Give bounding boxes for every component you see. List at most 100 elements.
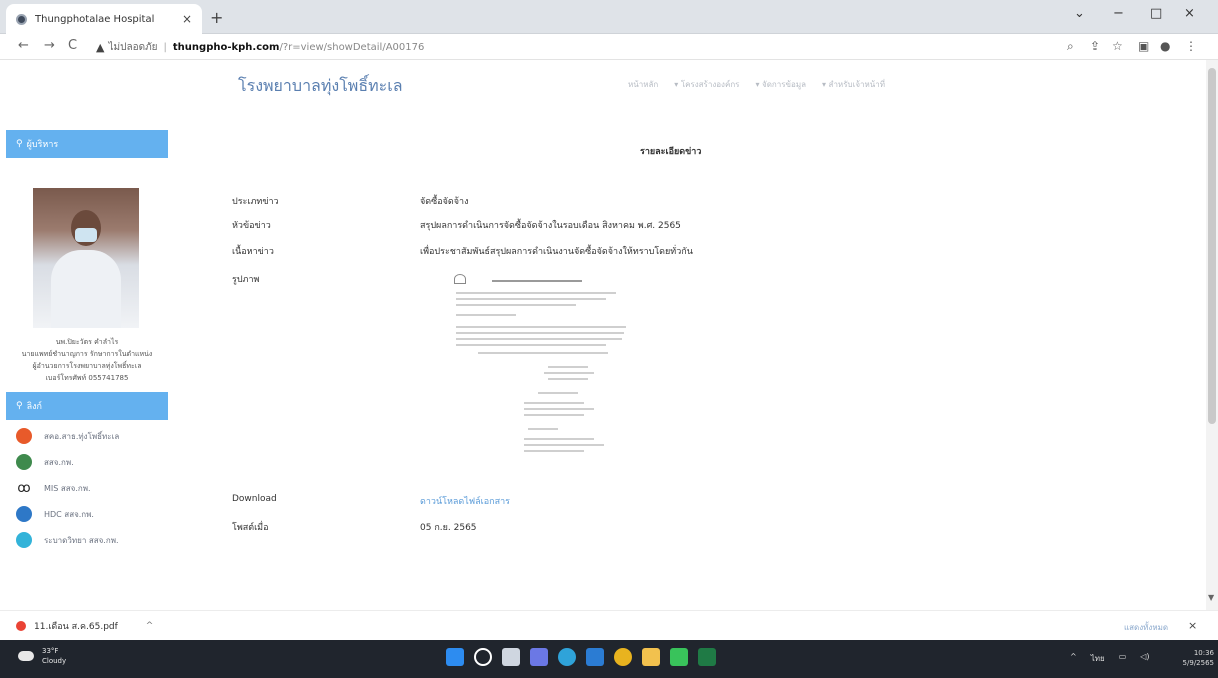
director-position: นายแพทย์ชำนาญการ รักษาการในตำแหน่ง	[21, 350, 153, 358]
links-header-label: ลิงก์	[26, 402, 42, 412]
bookmark-star-icon[interactable]: ☆	[1112, 39, 1123, 53]
director-role: ผู้อำนวยการโรงพยาบาลทุ่งโพธิ์ทะเล	[32, 362, 142, 370]
new-tab-button[interactable]: +	[210, 8, 223, 27]
volume-icon[interactable]: ◁)	[1140, 652, 1149, 665]
sidebar-link-label: ระบาดวิทยา สสจ.กพ.	[44, 535, 119, 545]
search-icon: ⚲	[16, 139, 23, 149]
director-phone: เบอร์โทรศัพท์ 055741785	[45, 374, 129, 382]
network-icon: ꝏ	[17, 480, 31, 496]
line-icon[interactable]	[670, 648, 688, 666]
field-value: 05 ก.ย. 2565	[420, 523, 477, 533]
explorer-icon[interactable]	[642, 648, 660, 666]
scrollbar-thumb[interactable]	[1208, 68, 1216, 424]
network-icon[interactable]: ▭	[1119, 652, 1127, 665]
address-separator: |	[163, 41, 167, 53]
download-options-chevron-icon[interactable]: ^	[146, 621, 154, 631]
director-photo	[33, 188, 139, 328]
sidebar-link-label: สคอ.สาธ.ทุ่งโพธิ์ทะเล	[44, 431, 120, 441]
address-path: /?r=view/showDetail/A00176	[279, 41, 425, 53]
browser-toolbar: ← → C ▲ ไม่ปลอดภัย | thungpho-kph.com /?…	[0, 34, 1218, 60]
sidebar-link[interactable]: ระบาดวิทยา สสจ.กพ.	[6, 528, 168, 552]
clock[interactable]: 10:36 5/9/2565	[1176, 648, 1214, 668]
weather-widget[interactable]: 33°F Cloudy	[18, 646, 66, 666]
back-button[interactable]: ←	[18, 38, 29, 53]
document-image[interactable]	[448, 268, 632, 458]
not-secure-label: ไม่ปลอดภัย	[108, 41, 158, 53]
download-item[interactable]: 11.เดือน ส.ค.65.pdf ^	[16, 619, 153, 633]
field-value: เพื่อประชาสัมพันธ์สรุปผลการดำเนินงานจัดซ…	[420, 247, 693, 257]
reload-button[interactable]: C	[68, 38, 77, 53]
globe-cyan-icon	[16, 532, 32, 548]
sidebar-link-label: HDC สสจ.กพ.	[44, 509, 94, 519]
chrome-icon[interactable]	[614, 648, 632, 666]
nav-item-staff[interactable]: ▾ สำหรับเจ้าหน้าที่	[822, 78, 885, 91]
field-label: หัวข้อข่าว	[232, 221, 271, 231]
download-bar: 11.เดือน ส.ค.65.pdf ^ แสดงทั้งหมด ×	[0, 610, 1218, 640]
cloud-icon	[18, 651, 34, 661]
download-link[interactable]: ดาวน์โหลดไฟล์เอกสาร	[420, 494, 510, 508]
page-scrollbar[interactable]: ▼	[1206, 60, 1218, 610]
sidebar-link[interactable]: HDC สสจ.กพ.	[6, 502, 168, 526]
windows-taskbar: 33°F Cloudy ^ ไทย ▭ ◁) 10:36 5/9/2565	[0, 640, 1218, 678]
director-header-label: ผู้บริหาร	[26, 140, 59, 150]
forward-button[interactable]: →	[44, 38, 55, 53]
tab-search-chevron-icon[interactable]: ⌄	[1074, 6, 1085, 21]
maximize-button[interactable]: □	[1150, 6, 1162, 21]
sidebar-link[interactable]: ꝏ MIS สสจ.กพ.	[6, 476, 168, 500]
weather-desc: Cloudy	[42, 657, 67, 665]
system-tray: ^ ไทย ▭ ◁)	[1070, 652, 1150, 665]
weather-temp: 33°F	[42, 647, 59, 655]
excel-icon[interactable]	[698, 648, 716, 666]
director-info: นพ.ปิยะวัตร คำลำไร นายแพทย์ชำนาญการ รักษ…	[6, 336, 168, 384]
chrome-pdf-icon	[16, 621, 26, 631]
profile-icon[interactable]: ●	[1160, 39, 1170, 53]
input-language[interactable]: ไทย	[1091, 652, 1105, 665]
browser-tab[interactable]: Thungphotalae Hospital ×	[6, 4, 202, 34]
search-icon[interactable]: ⌕	[1067, 39, 1074, 54]
site-brand[interactable]: โรงพยาบาลทุ่งโพธิ์ทะเล	[238, 74, 403, 99]
sidebar-link-label: MIS สสจ.กพ.	[44, 483, 91, 493]
emblem-icon	[16, 428, 32, 444]
menu-icon[interactable]: ⋮	[1185, 39, 1197, 53]
mail-icon[interactable]	[586, 648, 604, 666]
windows-start-icon[interactable]	[446, 648, 464, 666]
field-label: เนื้อหาข่าว	[232, 247, 274, 257]
field-label: โพสต์เมื่อ	[232, 523, 269, 533]
tab-close-button[interactable]: ×	[182, 12, 192, 26]
field-value: จัดซื้อจัดจ้าง	[420, 197, 469, 207]
task-view-icon[interactable]	[502, 648, 520, 666]
top-navigation: หน้าหลัก ▾ โครงสร้างองค์กร ▾ จัดการข้อมู…	[628, 78, 885, 91]
sidebar-link[interactable]: สสจ.กพ.	[6, 450, 168, 474]
director-name: นพ.ปิยะวัตร คำลำไร	[55, 338, 119, 346]
globe-green-icon	[16, 454, 32, 470]
scroll-down-arrow-icon[interactable]: ▼	[1208, 593, 1214, 602]
close-window-button[interactable]: ×	[1184, 6, 1195, 21]
sidebar: ⚲ ผู้บริหาร นพ.ปิยะวัตร คำลำไร นายแพทย์ช…	[6, 130, 168, 554]
minimize-button[interactable]: −	[1113, 6, 1124, 21]
not-secure-warning-icon[interactable]: ▲	[96, 41, 104, 54]
taskbar-apps	[446, 648, 716, 666]
side-panel-icon[interactable]: ▣	[1138, 39, 1149, 53]
field-value: สรุปผลการดำเนินการจัดซื้อจัดจ้างในรอบเดื…	[420, 221, 681, 231]
close-download-bar-button[interactable]: ×	[1188, 619, 1197, 632]
links-header: ⚲ ลิงก์	[6, 392, 168, 420]
globe-blue-icon	[16, 506, 32, 522]
share-icon[interactable]: ⇪	[1090, 39, 1100, 53]
search-icon[interactable]	[474, 648, 492, 666]
nav-item-home[interactable]: หน้าหลัก	[628, 78, 658, 91]
nav-item-structure[interactable]: ▾ โครงสร้างองค์กร	[674, 78, 739, 91]
show-all-downloads-link[interactable]: แสดงทั้งหมด	[1124, 621, 1168, 634]
link-list: สคอ.สาธ.ทุ่งโพธิ์ทะเล สสจ.กพ. ꝏ MIS สสจ.ก…	[6, 424, 168, 552]
address-bar[interactable]: ▲ ไม่ปลอดภัย | thungpho-kph.com /?r=view…	[96, 36, 696, 58]
chat-icon[interactable]	[530, 648, 548, 666]
garuda-seal-icon	[454, 274, 466, 284]
nav-item-data[interactable]: ▾ จัดการข้อมูล	[755, 78, 806, 91]
field-label: Download	[232, 494, 277, 504]
sidebar-link[interactable]: สคอ.สาธ.ทุ่งโพธิ์ทะเล	[6, 424, 168, 448]
page-viewport: โรงพยาบาลทุ่งโพธิ์ทะเล หน้าหลัก ▾ โครงสร…	[0, 60, 1218, 610]
edge-icon[interactable]	[558, 648, 576, 666]
download-filename: 11.เดือน ส.ค.65.pdf	[34, 622, 118, 632]
field-label: ประเภทข่าว	[232, 197, 279, 207]
tray-chevron-icon[interactable]: ^	[1070, 652, 1077, 665]
search-icon: ⚲	[16, 401, 23, 411]
